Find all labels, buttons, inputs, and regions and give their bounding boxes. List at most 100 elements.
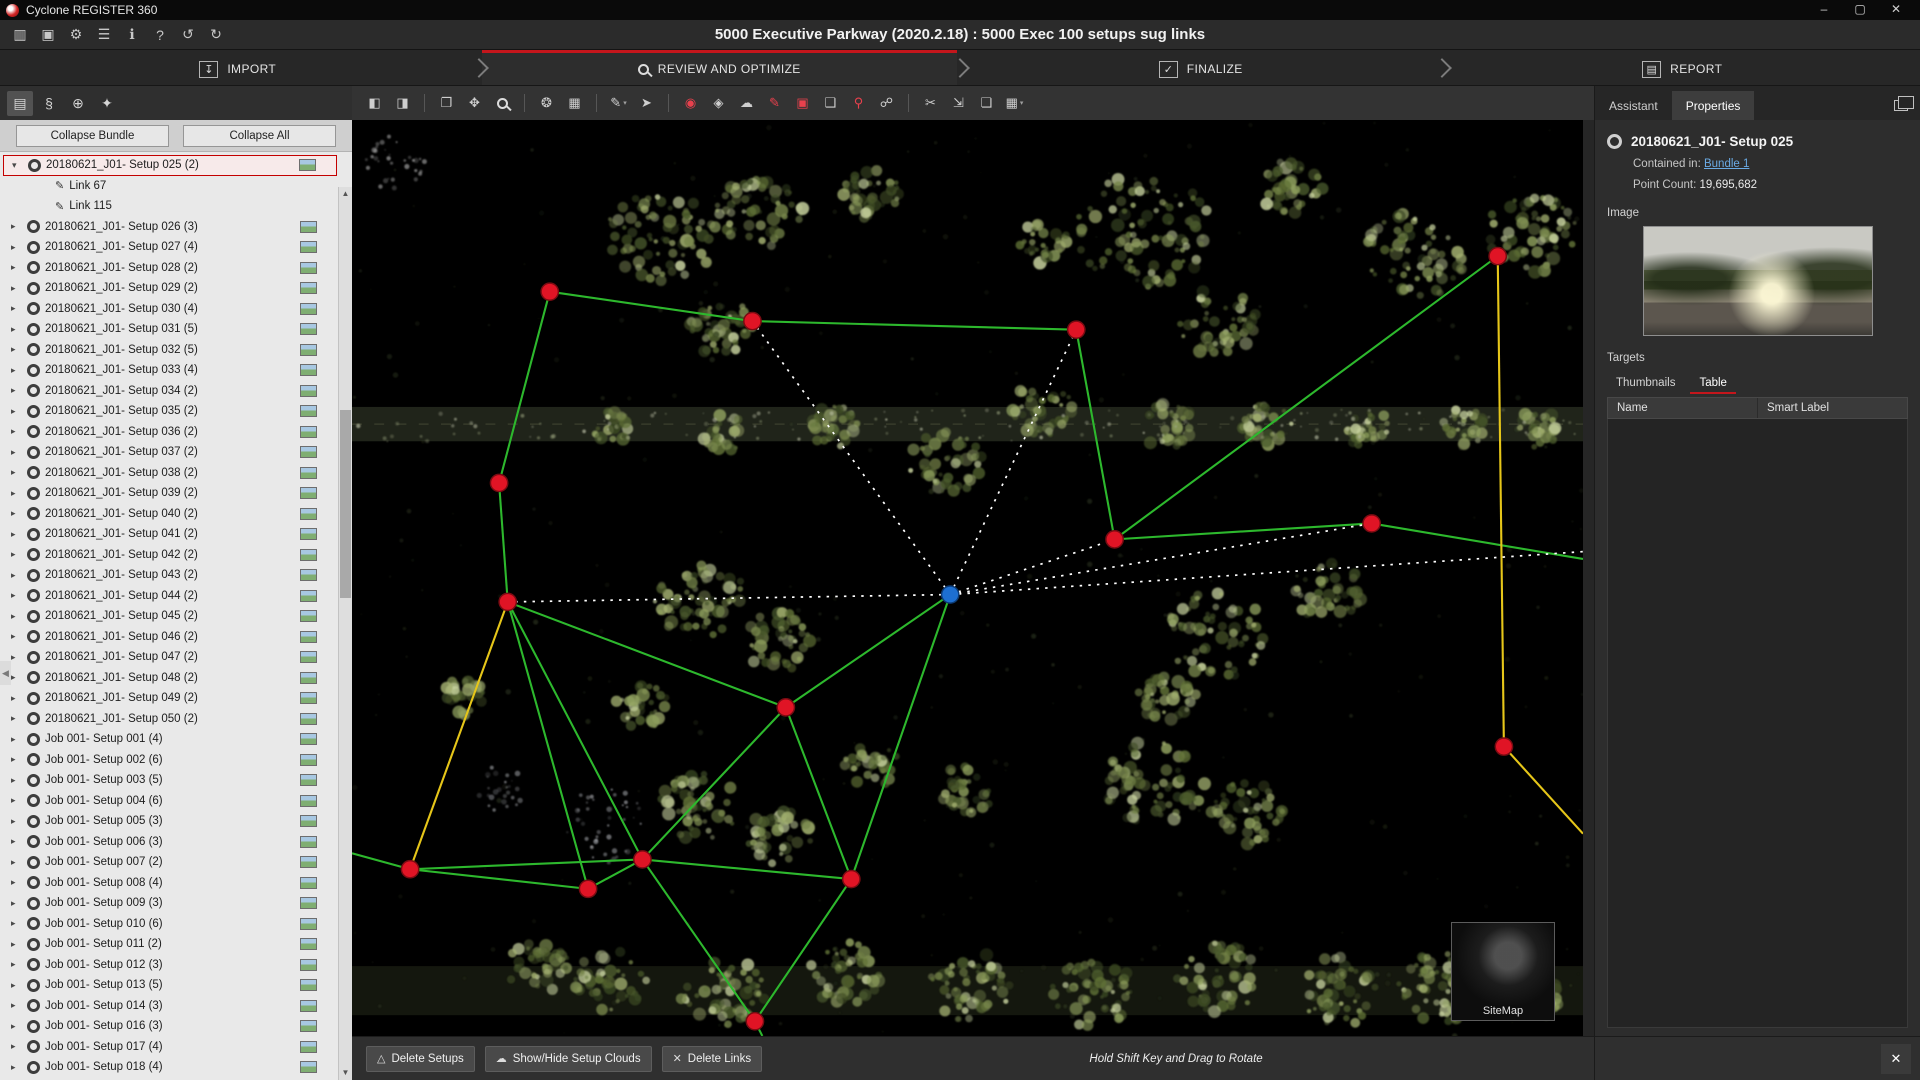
workflow-step-review-and-optimize[interactable]: REVIEW AND OPTIMIZE: [482, 50, 958, 85]
settings-icon[interactable]: ⚙: [66, 25, 86, 45]
tree-setup-item[interactable]: ▸Job 001- Setup 009 (3): [3, 893, 337, 914]
tree-setup-item[interactable]: ▸20180621_J01- Setup 050 (2): [3, 709, 337, 730]
expand-arrow-icon[interactable]: ▸: [11, 447, 22, 458]
expand-arrow-icon[interactable]: ▸: [11, 570, 22, 581]
workflow-step-import[interactable]: ↧IMPORT: [0, 50, 476, 85]
thumbnail-badge-icon[interactable]: [300, 282, 317, 294]
setup-node[interactable]: [541, 283, 558, 300]
tree-setup-item[interactable]: ▸20180621_J01- Setup 042 (2): [3, 545, 337, 566]
measure-icon[interactable]: ✎▾: [606, 91, 631, 116]
setup-node[interactable]: [579, 880, 596, 897]
tree-setup-item[interactable]: ▸20180621_J01- Setup 048 (2): [3, 668, 337, 689]
tree-setup-item[interactable]: ▸20180621_J01- Setup 027 (4): [3, 237, 337, 258]
annotate-icon[interactable]: ✎: [762, 91, 787, 116]
expand-arrow-icon[interactable]: ▸: [11, 672, 22, 683]
web-tab[interactable]: ⊕: [65, 91, 91, 116]
tree-setup-item[interactable]: ▸Job 001- Setup 014 (3): [3, 996, 337, 1017]
expand-arrow-icon[interactable]: ▸: [11, 242, 22, 253]
setup-link-icon[interactable]: ☍: [874, 91, 899, 116]
split-link-icon[interactable]: ✂: [918, 91, 943, 116]
column-smart-label[interactable]: Smart Label: [1758, 398, 1907, 418]
expand-arrow-icon[interactable]: ▸: [11, 549, 22, 560]
tree-setup-item[interactable]: ▸Job 001- Setup 002 (6): [3, 750, 337, 771]
expand-arrow-icon[interactable]: ▸: [11, 488, 22, 499]
show-hide-setup-clouds-button[interactable]: ☁Show/Hide Setup Clouds: [485, 1046, 652, 1072]
thumbnail-badge-icon[interactable]: [300, 262, 317, 274]
expand-arrow-icon[interactable]: ▸: [11, 303, 22, 314]
tree-setup-item[interactable]: ▸20180621_J01- Setup 028 (2): [3, 258, 337, 279]
expand-arrow-icon[interactable]: ▸: [11, 693, 22, 704]
canvas-area[interactable]: SiteMap: [352, 120, 1583, 1036]
thumbnail-badge-icon[interactable]: [300, 426, 317, 438]
thumbnail-badge-icon[interactable]: [300, 241, 317, 253]
thumbnail-badge-icon[interactable]: [300, 959, 317, 971]
orbit-view-icon[interactable]: ❂: [534, 91, 559, 116]
tree-setup-item[interactable]: ▸20180621_J01- Setup 038 (2): [3, 463, 337, 484]
thumbnail-badge-icon[interactable]: [300, 651, 317, 663]
expand-arrow-icon[interactable]: ▸: [11, 816, 22, 827]
tree-setup-item[interactable]: ▸Job 001- Setup 006 (3): [3, 832, 337, 853]
float-panel-icon[interactable]: [1894, 100, 1908, 111]
thumbnail-badge-icon[interactable]: [300, 487, 317, 499]
setup-node-selected[interactable]: [942, 586, 959, 603]
expand-arrow-icon[interactable]: ▸: [11, 385, 22, 396]
tree-setup-item[interactable]: ▸20180621_J01- Setup 034 (2): [3, 381, 337, 402]
thumbnail-badge-icon[interactable]: [300, 754, 317, 766]
visual-alignment-icon[interactable]: ◉: [678, 91, 703, 116]
thumbnail-badge-icon[interactable]: [300, 631, 317, 643]
tree-setup-item[interactable]: ▸Job 001- Setup 016 (3): [3, 1016, 337, 1037]
setup-node[interactable]: [1495, 738, 1512, 755]
expand-arrow-icon[interactable]: ▾: [12, 160, 23, 171]
delete-links-button[interactable]: ✕Delete Links: [662, 1046, 763, 1072]
redo-icon[interactable]: ↻: [206, 25, 226, 45]
expand-arrow-icon[interactable]: ▸: [11, 611, 22, 622]
tree-setup-item[interactable]: ▸Job 001- Setup 012 (3): [3, 955, 337, 976]
expand-arrow-icon[interactable]: ▸: [11, 939, 22, 950]
maximize-button[interactable]: ▢: [1842, 0, 1878, 20]
close-button[interactable]: ✕: [1878, 0, 1914, 20]
workflow-step-finalize[interactable]: ✓FINALIZE: [963, 50, 1439, 85]
setup-node[interactable]: [843, 870, 860, 887]
thumbnail-badge-icon[interactable]: [300, 979, 317, 991]
thumbnail-badge-icon[interactable]: [300, 774, 317, 786]
close-panel-button[interactable]: ✕: [1881, 1044, 1911, 1074]
thumbnail-badge-icon[interactable]: [300, 446, 317, 458]
tree-setup-item[interactable]: ▸20180621_J01- Setup 037 (2): [3, 442, 337, 463]
tree-setup-item[interactable]: ▸20180621_J01- Setup 029 (2): [3, 278, 337, 299]
thumbnail-badge-icon[interactable]: [300, 733, 317, 745]
delete-setups-button[interactable]: △Delete Setups: [366, 1046, 475, 1072]
geotag-icon[interactable]: ⚲: [846, 91, 871, 116]
tree-setup-item[interactable]: ▸20180621_J01- Setup 039 (2): [3, 483, 337, 504]
setup-node[interactable]: [744, 313, 761, 330]
thumbnail-badge-icon[interactable]: [300, 528, 317, 540]
setup-node[interactable]: [1068, 321, 1085, 338]
minimize-button[interactable]: –: [1806, 0, 1842, 20]
storage-icon[interactable]: ☰: [94, 25, 114, 45]
thumbnail-badge-icon[interactable]: [300, 1020, 317, 1032]
thumbnail-badge-icon[interactable]: [300, 713, 317, 725]
thumbnail-badge-icon[interactable]: [300, 1041, 317, 1053]
thumbnail-badge-icon[interactable]: [300, 856, 317, 868]
bundle-link[interactable]: Bundle 1: [1704, 158, 1749, 170]
sitemap-inset[interactable]: SiteMap: [1451, 922, 1555, 1021]
tree-setup-item[interactable]: ▸20180621_J01- Setup 031 (5): [3, 319, 337, 340]
tree-setup-item[interactable]: ▸20180621_J01- Setup 032 (5): [3, 340, 337, 361]
thumbnail-badge-icon[interactable]: [300, 344, 317, 356]
tree-setup-item[interactable]: ▸Job 001- Setup 005 (3): [3, 811, 337, 832]
expand-arrow-icon[interactable]: ▸: [11, 426, 22, 437]
tree-link-item[interactable]: ✎Link 115: [3, 196, 337, 217]
zoom-icon[interactable]: [490, 91, 515, 116]
tab-assistant[interactable]: Assistant: [1595, 91, 1672, 120]
pan-icon[interactable]: ✥: [462, 91, 487, 116]
expand-arrow-icon[interactable]: ▸: [11, 713, 22, 724]
expand-arrow-icon[interactable]: ▸: [11, 898, 22, 909]
thumbnail-badge-icon[interactable]: [300, 692, 317, 704]
dropdown-arrow-icon[interactable]: ▾: [1020, 99, 1024, 107]
tree-setup-item[interactable]: ▸20180621_J01- Setup 035 (2): [3, 401, 337, 422]
scrollbar-thumb[interactable]: [340, 410, 351, 598]
thumbnail-badge-icon[interactable]: [300, 385, 317, 397]
thumbnail-badge-icon[interactable]: [300, 221, 317, 233]
tree-setup-item[interactable]: ▸Job 001- Setup 017 (4): [3, 1037, 337, 1058]
expand-arrow-icon[interactable]: ▸: [11, 754, 22, 765]
expand-arrow-icon[interactable]: ▸: [11, 221, 22, 232]
